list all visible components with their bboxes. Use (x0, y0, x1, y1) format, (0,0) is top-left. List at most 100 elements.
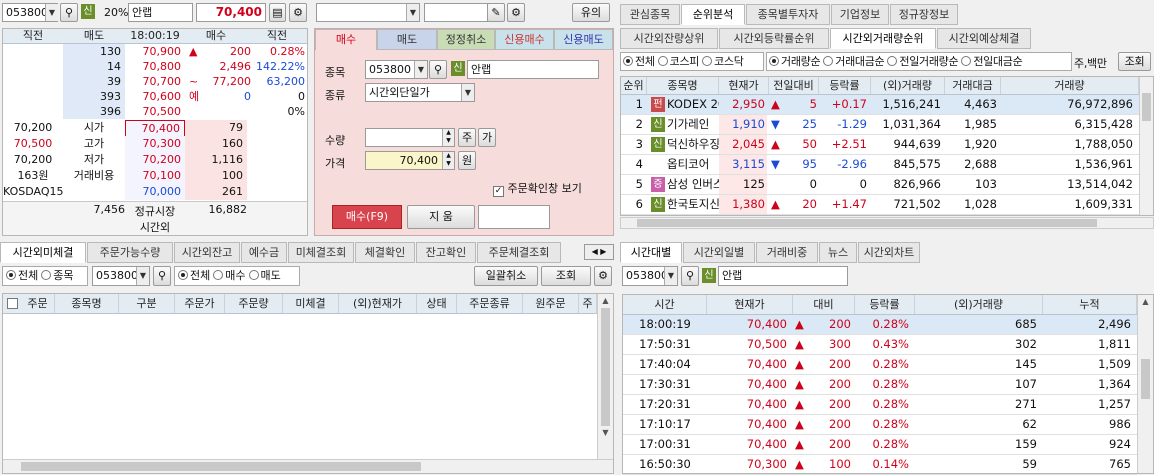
vertical-scrollbar[interactable]: ▲ ▼ (597, 294, 613, 459)
tab-credit-sell[interactable]: 신용매도 (554, 29, 613, 50)
table-row[interactable]: 18:00:19 70,400 ▲ 200 0.28% 685 2,496 (623, 315, 1137, 335)
tab-order-7[interactable]: 주문체결조회 (477, 242, 561, 263)
stock-name[interactable]: 한국토지신탁 (667, 195, 719, 214)
account-select[interactable] (316, 3, 420, 22)
side-radio[interactable]: 매수 (213, 269, 246, 282)
scope-radio-icon[interactable] (6, 270, 16, 280)
column-header[interactable]: 원주문 (523, 294, 579, 313)
buy-button[interactable]: 매수(F9) (332, 205, 402, 229)
sort-radio[interactable]: 거래대금순 (823, 55, 885, 68)
tab-order-6[interactable]: 잔고확인 (416, 242, 476, 263)
market-radio[interactable]: 코스닥 (702, 55, 744, 68)
tab-rank-3[interactable]: 기업정보 (831, 4, 889, 25)
table-row[interactable]: 17:50:31 70,500 ▲ 300 0.43% 302 1,811 (623, 335, 1137, 355)
column-header[interactable]: 전일대비 (769, 77, 819, 94)
tab-scroll-arrows[interactable]: ◀ ▶ (584, 244, 614, 260)
gear-icon[interactable]: ⚙ (507, 3, 525, 22)
qty-unit-button[interactable]: 주 (458, 128, 476, 147)
qty-stepper[interactable]: ▲ ▼ (442, 129, 454, 146)
table-row[interactable]: 6신한국토지신탁1,380▲20+1.47721,5021,0281,609,3… (621, 195, 1139, 215)
tab-after-hours-3[interactable]: 시간외예상체결 (937, 28, 1031, 49)
column-header[interactable]: 주문량 (225, 294, 283, 313)
price-unit-button[interactable]: 원 (458, 151, 476, 170)
table-row[interactable]: 4 옵티코어 3,115 ▼ 95 -2.96 845,575 2,688 1,536,961 (621, 155, 1139, 175)
table-row[interactable]: 17:40:04 70,400 ▲ 200 0.28% 145 1,509 (623, 355, 1137, 375)
ask-price[interactable]: 70,500 (125, 104, 185, 119)
column-header[interactable]: 시간 (623, 295, 707, 314)
column-header[interactable]: (외)거래량 (915, 295, 1043, 314)
ask-price[interactable]: 70,800 (125, 59, 185, 74)
tab-rank-4[interactable]: 정규장정보 (890, 4, 958, 25)
column-header[interactable]: 미체결 (283, 294, 339, 313)
chevron-down-icon[interactable]: ▼ (414, 61, 427, 78)
table-row[interactable]: 16:50:30 70,300 ▲ 100 0.14% 59 765 (623, 455, 1137, 475)
vertical-scrollbar[interactable] (1139, 77, 1153, 215)
search-icon[interactable]: ⚲ (429, 60, 447, 79)
column-header[interactable]: 현재가 (707, 295, 793, 314)
qty-available-button[interactable]: 가 (478, 128, 496, 147)
column-header[interactable]: 거래량 (1001, 77, 1139, 94)
tab-order-4[interactable]: 미체결조회 (288, 242, 354, 263)
unfilled-lookup-button[interactable]: 조회 (541, 266, 591, 286)
table-row[interactable]: 3 신 덕신하우징 2,045 ▲ 50 +2.51 944,639 1,920 1,788,05… (621, 135, 1139, 155)
tab-ticks-3[interactable]: 뉴스 (819, 242, 857, 263)
tab-ticks-0[interactable]: 시간대별 (620, 242, 682, 263)
bid-price[interactable]: 70,300 (125, 136, 185, 152)
price-stepper[interactable]: ▲ ▼ (442, 152, 454, 169)
chevron-down-icon[interactable]: ▼ (406, 4, 419, 21)
tab-order-5[interactable]: 체결확인 (355, 242, 415, 263)
column-header[interactable]: 상태 (417, 294, 457, 313)
column-header[interactable]: 주 (579, 294, 597, 313)
market-radio[interactable]: 전체 (623, 55, 655, 68)
search-icon[interactable]: ⚲ (153, 266, 171, 286)
sort-radio-icon[interactable] (823, 56, 834, 66)
column-header[interactable]: 등락률 (855, 295, 915, 314)
market-radio-icon[interactable] (657, 56, 668, 66)
sort-radio[interactable]: 전일대금순 (961, 55, 1023, 68)
table-row[interactable]: 17:20:31 70,400 ▲ 200 0.28% 271 1,257 (623, 395, 1137, 415)
tab-order-3[interactable]: 예수금 (241, 242, 287, 263)
gear-icon[interactable]: ⚙ (594, 266, 612, 286)
bid-price[interactable]: 70,000 (125, 184, 185, 200)
tab-buy[interactable]: 매수 (315, 29, 377, 50)
column-header[interactable]: (외)현재가 (339, 294, 417, 313)
tab-rank-2[interactable]: 종목별투자자 (746, 4, 830, 25)
column-header[interactable]: 현재가 (719, 77, 769, 94)
market-radio-icon[interactable] (702, 56, 713, 66)
select-all-checkbox[interactable] (7, 298, 18, 309)
tab-order-1[interactable]: 주문가능수량 (87, 242, 173, 263)
sort-radio-icon[interactable] (887, 56, 898, 66)
table-row[interactable]: 5증삼성 인버스 2125 0 0 826,966 103 13,514,042 (621, 175, 1139, 195)
search-icon[interactable]: ⚲ (681, 266, 699, 286)
tab-ticks-1[interactable]: 시간외일별 (683, 242, 755, 263)
chevron-down-icon[interactable]: ▼ (45, 4, 58, 21)
horizontal-scrollbar[interactable] (3, 459, 613, 473)
tab-after-hours-1[interactable]: 시간외등락률순위 (719, 28, 829, 49)
column-header[interactable]: 순위 (621, 77, 647, 94)
column-header[interactable]: (외)거래량 (871, 77, 945, 94)
scope-radio[interactable]: 종목 (41, 269, 74, 282)
scope-radio[interactable]: 전체 (6, 269, 38, 282)
tab-ticks-2[interactable]: 거래비중 (756, 242, 818, 263)
stock-name[interactable]: 옵티코어 (667, 155, 719, 174)
column-header[interactable]: 종목명 (647, 77, 719, 94)
password-field[interactable] (424, 3, 488, 22)
tab-order-0[interactable]: 시간외미체결 (0, 242, 86, 263)
stock-name[interactable]: 덕신하우징 (667, 135, 719, 154)
chart-icon[interactable]: ▤ (269, 3, 286, 22)
edit-icon[interactable]: ✎ (487, 3, 505, 22)
side-radio-icon[interactable] (178, 270, 188, 280)
sort-radio[interactable]: 전일거래량순 (887, 55, 959, 68)
sort-radio-icon[interactable] (961, 56, 972, 66)
confirm-checkbox[interactable]: ✓ 주문확인창 보기 (493, 180, 582, 197)
tab-after-hours-2[interactable]: 시간외거래량순위 (830, 28, 936, 49)
chevron-down-icon[interactable]: ▼ (461, 84, 474, 101)
bid-price[interactable]: 70,200 (125, 152, 185, 168)
ask-price[interactable]: 70,600 (125, 89, 185, 104)
chevron-down-icon[interactable]: ▼ (664, 267, 677, 285)
market-radio-icon[interactable] (623, 56, 633, 66)
column-header[interactable]: 대비 (793, 295, 855, 314)
side-radio[interactable]: 매도 (248, 269, 281, 282)
rank-lookup-button[interactable]: 조회 (1118, 52, 1151, 71)
chevron-down-icon[interactable]: ▼ (136, 267, 149, 285)
